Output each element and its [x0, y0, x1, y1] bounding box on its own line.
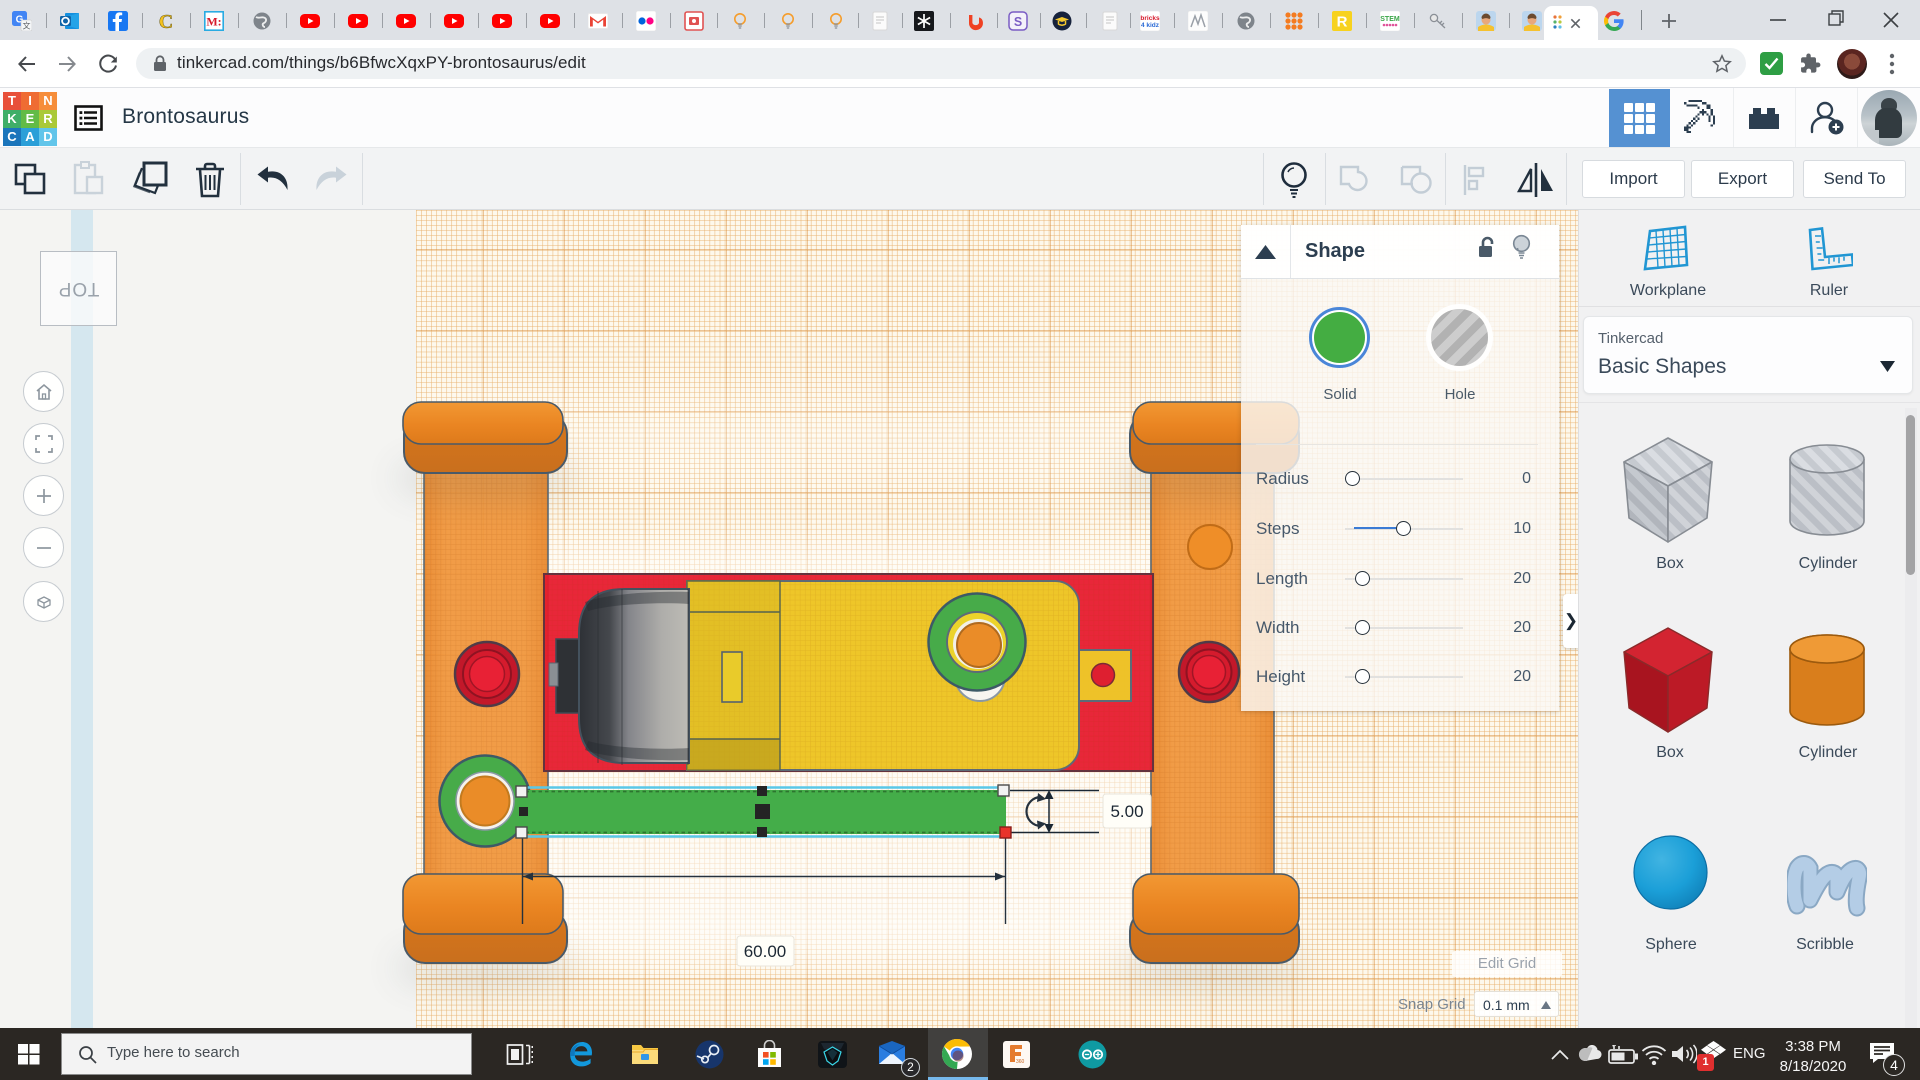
- svg-text:4 kidz: 4 kidz: [1141, 22, 1160, 29]
- svg-text:STEM: STEM: [1380, 16, 1400, 23]
- svg-text:文: 文: [23, 21, 31, 31]
- svg-text:M:: M:: [206, 15, 221, 29]
- svg-text:bricks: bricks: [1140, 15, 1160, 22]
- svg-text:5.00: 5.00: [1110, 802, 1143, 821]
- svg-text:C: C: [159, 11, 173, 31]
- svg-text:60.00: 60.00: [744, 942, 787, 961]
- svg-text:R: R: [1337, 14, 1348, 31]
- svg-text:S: S: [1014, 15, 1022, 29]
